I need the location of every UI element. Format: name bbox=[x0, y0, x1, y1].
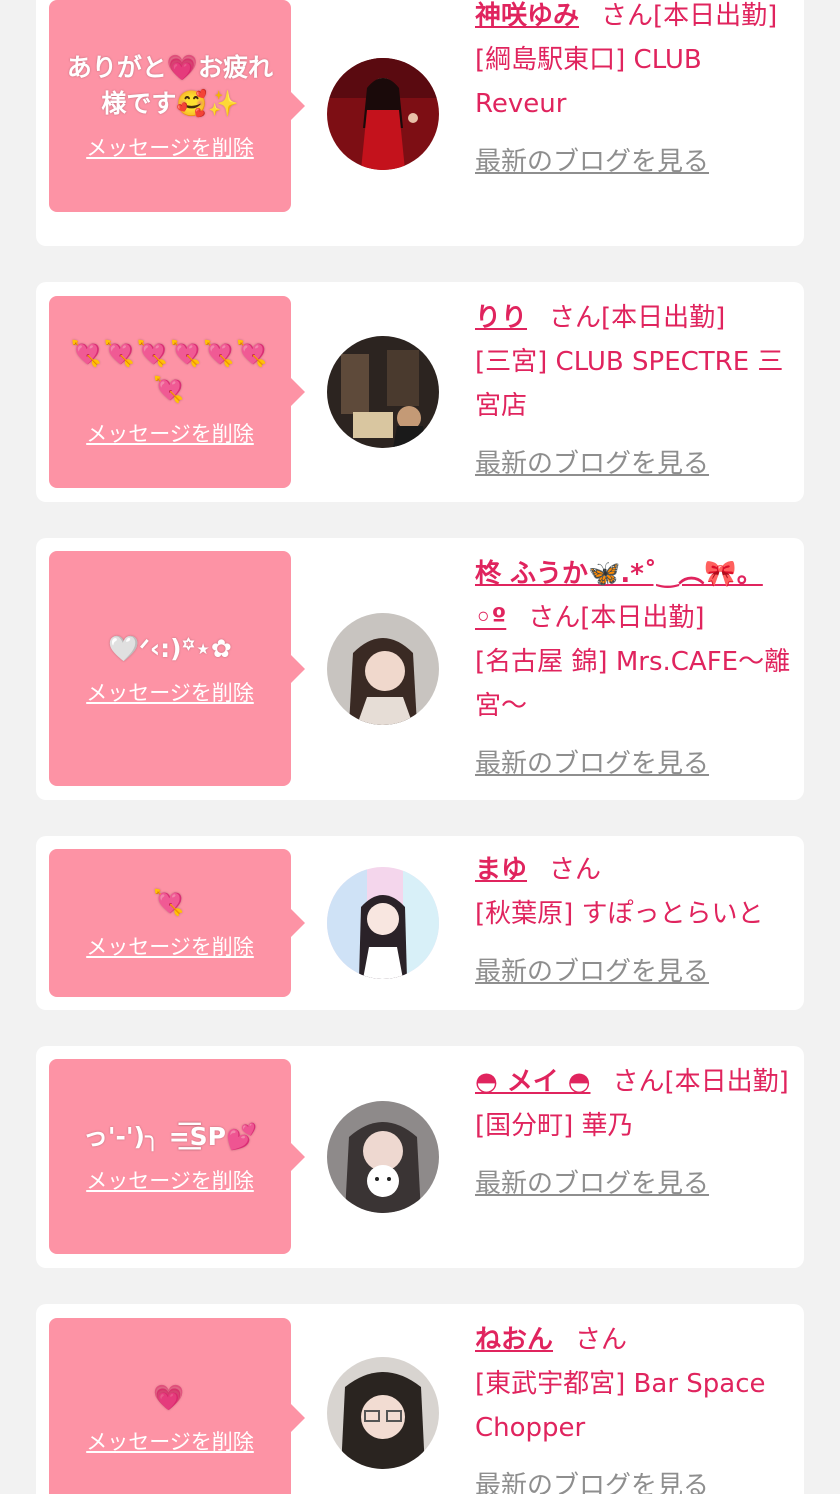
delete-message-link[interactable]: メッセージを削除 bbox=[86, 1426, 254, 1456]
message-card: ありがと💗お疲れ様です🥰✨ メッセージを削除 神咲ゆみ さん[本日出勤] [綱島駅… bbox=[36, 0, 804, 246]
message-list: ありがと💗お疲れ様です🥰✨ メッセージを削除 神咲ゆみ さん[本日出勤] [綱島駅… bbox=[0, 0, 840, 1494]
message-bubble: っ'-')╮ =͟͟͞͞SP💕 メッセージを削除 bbox=[49, 1059, 305, 1254]
shop-name: [秋葉原] すぽっとらいと bbox=[475, 899, 764, 929]
avatar[interactable] bbox=[327, 336, 439, 448]
cast-info: 神咲ゆみ さん[本日出勤] [綱島駅東口] CLUB Reveur 最新のブログを… bbox=[475, 0, 793, 184]
delete-message-link[interactable]: メッセージを削除 bbox=[86, 132, 254, 162]
cast-name-link[interactable]: ◓ メイ ◓ bbox=[475, 1067, 590, 1097]
shop-name: [名古屋 錦] Mrs.CAFE〜離宮〜 bbox=[475, 647, 791, 721]
message-card: 💗 メッセージを削除 ねおん さん [東武宇都宮] Bar Space Chopp… bbox=[36, 1304, 804, 1494]
shop-name: [三宮] CLUB SPECTRE 三宮店 bbox=[475, 347, 784, 421]
cast-name-link[interactable]: ねおん bbox=[475, 1325, 553, 1355]
cast-status: さん bbox=[549, 855, 602, 885]
latest-blog-link[interactable]: 最新のブログを見る bbox=[475, 1464, 709, 1494]
latest-blog-link[interactable]: 最新のブログを見る bbox=[475, 140, 709, 184]
message-bubble: 💗 メッセージを削除 bbox=[49, 1318, 305, 1494]
cast-status: さん[本日出勤] bbox=[549, 303, 726, 333]
delete-message-link[interactable]: メッセージを削除 bbox=[86, 418, 254, 448]
message-text: 🤍ᐟ‹:)꙳⋆✿ bbox=[108, 633, 232, 663]
avatar[interactable] bbox=[327, 58, 439, 170]
cast-status: さん[本日出勤] bbox=[612, 1067, 789, 1097]
message-card: 🤍ᐟ‹:)꙳⋆✿ メッセージを削除 柊 ふうか🦋.*˚‿︵🎀。◦º さん[本日出勤… bbox=[36, 538, 804, 800]
cast-name-link[interactable]: 神咲ゆみ bbox=[475, 1, 579, 31]
message-bubble: ありがと💗お疲れ様です🥰✨ メッセージを削除 bbox=[49, 0, 305, 212]
message-text: 💘💘💘💘💘💘💘 bbox=[70, 339, 270, 404]
delete-message-link[interactable]: メッセージを削除 bbox=[86, 677, 254, 707]
message-text: ありがと💗お疲れ様です🥰✨ bbox=[66, 53, 274, 118]
shop-name: [綱島駅東口] CLUB Reveur bbox=[475, 45, 702, 119]
message-card: っ'-')╮ =͟͟͞͞SP💕 メッセージを削除 ◓ メイ ◓ さん[本日出勤] … bbox=[36, 1046, 804, 1268]
avatar[interactable] bbox=[327, 1357, 439, 1469]
cast-info: ねおん さん [東武宇都宮] Bar Space Chopper 最新のブログを見… bbox=[475, 1318, 793, 1494]
cast-info: りり さん[本日出勤] [三宮] CLUB SPECTRE 三宮店 最新のブログを… bbox=[475, 296, 793, 486]
cast-info: ◓ メイ ◓ さん[本日出勤] [国分町] 華乃 最新のブログを見る bbox=[475, 1060, 793, 1206]
latest-blog-link[interactable]: 最新のブログを見る bbox=[475, 950, 709, 994]
message-card: 💘 メッセージを削除 まゆ さん [秋葉原] すぽっとらいと 最新のブログを見る bbox=[36, 836, 804, 1010]
message-bubble: 🤍ᐟ‹:)꙳⋆✿ メッセージを削除 bbox=[49, 551, 305, 786]
message-bubble: 💘💘💘💘💘💘💘 メッセージを削除 bbox=[49, 296, 305, 488]
message-text: 💗 bbox=[153, 1383, 187, 1412]
cast-status: さん[本日出勤] bbox=[528, 603, 705, 633]
shop-name: [国分町] 華乃 bbox=[475, 1111, 634, 1141]
latest-blog-link[interactable]: 最新のブログを見る bbox=[475, 442, 709, 486]
cast-status: さん[本日出勤] bbox=[601, 1, 778, 31]
cast-name-link[interactable]: りり bbox=[475, 303, 527, 333]
avatar[interactable] bbox=[327, 1101, 439, 1213]
avatar[interactable] bbox=[327, 867, 439, 979]
cast-info: まゆ さん [秋葉原] すぽっとらいと 最新のブログを見る bbox=[475, 848, 793, 994]
message-text: っ'-')╮ =͟͟͞͞SP💕 bbox=[82, 1121, 258, 1151]
cast-info: 柊 ふうか🦋.*˚‿︵🎀。◦º さん[本日出勤] [名古屋 錦] Mrs.CAFE… bbox=[475, 552, 793, 786]
cast-name-link[interactable]: まゆ bbox=[475, 855, 527, 885]
message-card: 💘💘💘💘💘💘💘 メッセージを削除 りり さん[本日出勤] [三宮] CLUB SP… bbox=[36, 282, 804, 502]
message-text: 💘 bbox=[153, 888, 187, 917]
delete-message-link[interactable]: メッセージを削除 bbox=[86, 1165, 254, 1195]
latest-blog-link[interactable]: 最新のブログを見る bbox=[475, 1162, 709, 1206]
cast-status: さん bbox=[575, 1325, 628, 1355]
delete-message-link[interactable]: メッセージを削除 bbox=[86, 931, 254, 961]
shop-name: [東武宇都宮] Bar Space Chopper bbox=[475, 1369, 766, 1443]
latest-blog-link[interactable]: 最新のブログを見る bbox=[475, 742, 709, 786]
avatar[interactable] bbox=[327, 613, 439, 725]
message-bubble: 💘 メッセージを削除 bbox=[49, 849, 305, 997]
